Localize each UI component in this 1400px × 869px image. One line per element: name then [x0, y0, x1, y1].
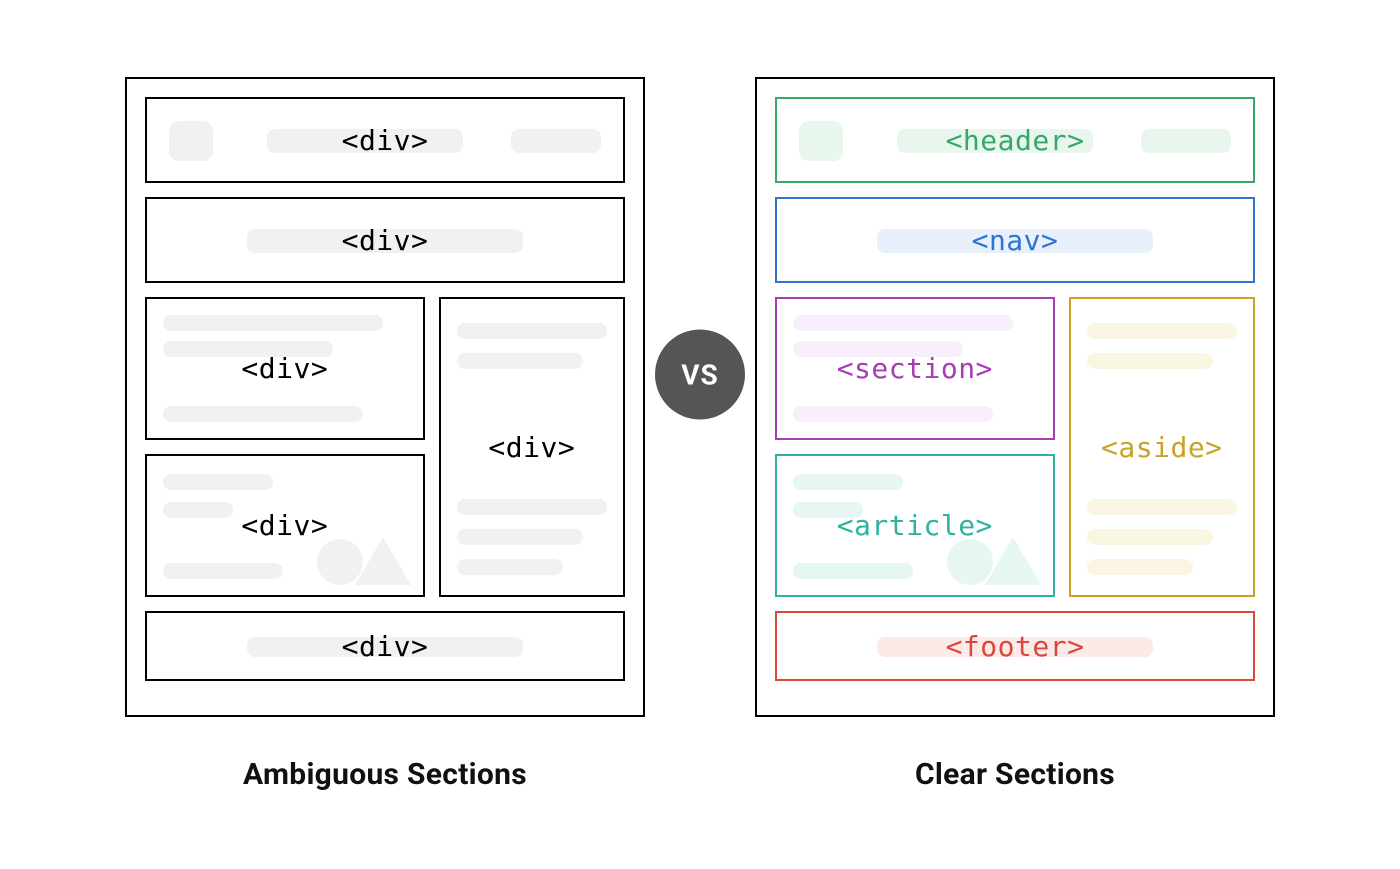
diagram-stage: <div> <div> <div> <div>	[125, 77, 1275, 717]
clear-nav-label: <nav>	[972, 224, 1059, 257]
clear-aside-label: <aside>	[1101, 431, 1223, 464]
clear-mid-row: <section> <article>	[775, 297, 1255, 597]
ambiguous-header-box: <div>	[145, 97, 625, 183]
clear-footer-box: <footer>	[775, 611, 1255, 681]
ambiguous-aside-box: <div>	[439, 297, 625, 597]
clear-footer-label: <footer>	[946, 630, 1085, 663]
clear-header-label: <header>	[946, 124, 1085, 157]
ambiguous-mid-row: <div> <div> <div>	[145, 297, 625, 597]
ambiguous-nav-label: <div>	[342, 224, 429, 257]
clear-header-box: <header>	[775, 97, 1255, 183]
ambiguous-footer-box: <div>	[145, 611, 625, 681]
clear-article-label: <article>	[837, 509, 993, 542]
panel-clear: <header> <nav> <section>	[755, 77, 1275, 717]
ambiguous-section-box: <div>	[145, 297, 425, 440]
clear-section-label: <section>	[837, 352, 993, 385]
ambiguous-section-label: <div>	[241, 352, 328, 385]
clear-aside-box: <aside>	[1069, 297, 1255, 597]
caption-ambiguous: Ambiguous Sections	[125, 757, 645, 792]
clear-article-box: <article>	[775, 454, 1055, 597]
ambiguous-nav-box: <div>	[145, 197, 625, 283]
ambiguous-header-label: <div>	[342, 124, 429, 157]
vs-label: VS	[681, 358, 719, 391]
panel-ambiguous: <div> <div> <div> <div>	[125, 77, 645, 717]
ambiguous-article-box: <div>	[145, 454, 425, 597]
clear-section-box: <section>	[775, 297, 1055, 440]
clear-nav-box: <nav>	[775, 197, 1255, 283]
ambiguous-aside-label: <div>	[488, 431, 575, 464]
ambiguous-article-label: <div>	[241, 509, 328, 542]
vs-badge: VS	[655, 330, 745, 420]
caption-clear: Clear Sections	[755, 757, 1275, 792]
ambiguous-footer-label: <div>	[342, 630, 429, 663]
captions-row: Ambiguous Sections Clear Sections	[125, 757, 1275, 792]
